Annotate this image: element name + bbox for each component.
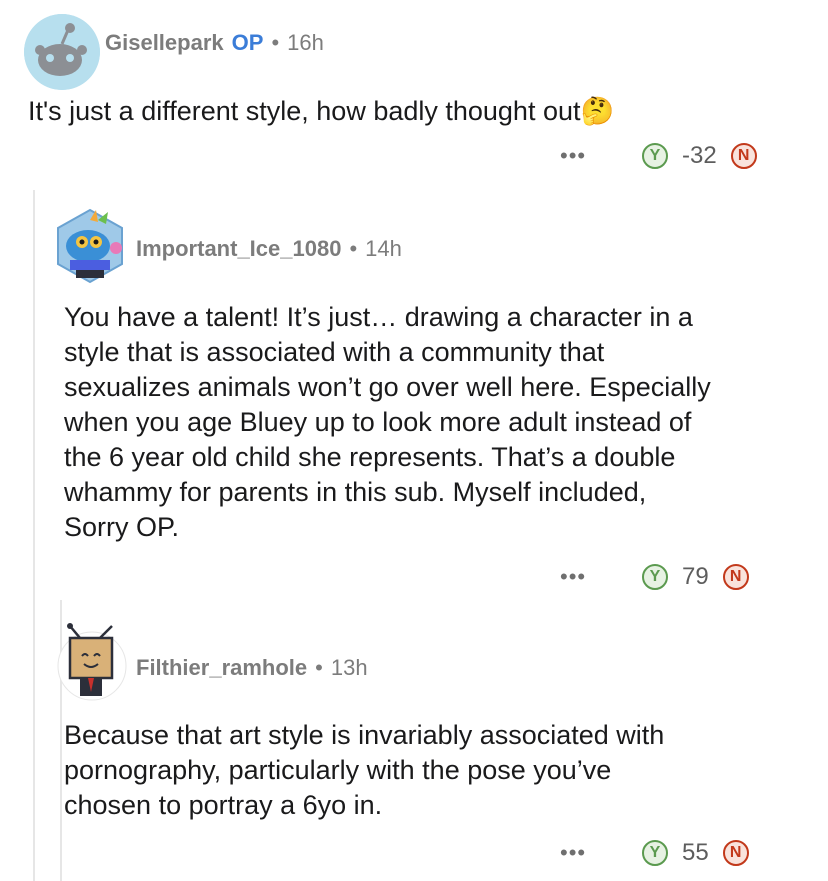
comment-line: Sorry OP. — [64, 512, 180, 542]
username[interactable]: Gisellepark — [105, 30, 224, 56]
downvote-icon[interactable]: N — [730, 143, 757, 169]
more-options-icon[interactable]: ••• — [560, 564, 620, 590]
score: 55 — [682, 839, 709, 866]
timestamp[interactable]: 16h — [287, 30, 324, 56]
username[interactable]: Important_Ice_1080 — [136, 236, 341, 262]
timestamp[interactable]: 13h — [331, 655, 368, 681]
more-options-icon[interactable]: ••• — [560, 840, 620, 866]
comment-2-body: You have a talent! It’s just… drawing a … — [64, 300, 711, 545]
op-badge: OP — [231, 30, 264, 55]
avatar-gisellepark[interactable] — [24, 14, 100, 90]
default-snoo-avatar-icon — [24, 14, 100, 90]
comment-2-header: Important_Ice_1080 • 14h — [136, 236, 402, 262]
comment-line: pornography, particularly with the pose … — [64, 755, 612, 785]
comment-line: whammy for parents in this sub. Myself i… — [64, 477, 647, 507]
comment-line: You have a talent! It’s just… drawing a … — [64, 302, 693, 332]
username[interactable]: Filthier_ramhole — [136, 655, 307, 681]
separator-dot: • — [349, 236, 358, 261]
score: 79 — [682, 563, 709, 590]
upvote-icon[interactable]: Y — [642, 840, 668, 866]
avatar-filthier-ramhole[interactable] — [52, 622, 132, 702]
separator-dot: • — [271, 30, 280, 55]
separator-dot: • — [315, 655, 323, 680]
score: -32 — [682, 142, 717, 169]
comment-line: when you age Bluey up to look more adult… — [64, 407, 692, 437]
comment-text: It's just a different style, how badly t… — [28, 96, 581, 126]
nft-avatar-icon — [57, 208, 123, 284]
comment-1-header: Gisellepark OP • 16h — [105, 30, 324, 56]
comment-3-header: Filthier_ramhole • 13h — [136, 655, 368, 681]
comment-1-actions: ••• Y -32 N — [560, 142, 757, 170]
comment-line: the 6 year old child she represents. Tha… — [64, 442, 676, 472]
tv-head-avatar-icon — [57, 623, 127, 701]
avatar-important-ice[interactable] — [52, 208, 128, 284]
comment-3-actions: ••• Y 55 N — [560, 839, 749, 867]
comment-line: chosen to portray a 6yo in. — [64, 790, 383, 820]
thinking-emoji-icon: 🤔 — [580, 96, 615, 126]
comment-line: Because that art style is invariably ass… — [64, 720, 665, 750]
upvote-icon[interactable]: Y — [642, 564, 668, 590]
downvote-icon[interactable]: N — [722, 840, 749, 866]
comment-1-body: It's just a different style, how badly t… — [28, 94, 614, 129]
comment-line: style that is associated with a communit… — [64, 337, 605, 367]
downvote-icon[interactable]: N — [722, 564, 749, 590]
comment-2-actions: ••• Y 79 N — [560, 563, 749, 591]
more-options-icon[interactable]: ••• — [560, 143, 620, 169]
thread-line-1[interactable] — [33, 190, 35, 881]
upvote-icon[interactable]: Y — [642, 143, 668, 169]
comment-3-body: Because that art style is invariably ass… — [64, 718, 664, 823]
timestamp[interactable]: 14h — [365, 236, 402, 262]
comment-line: sexualizes animals won’t go over well he… — [64, 372, 711, 402]
